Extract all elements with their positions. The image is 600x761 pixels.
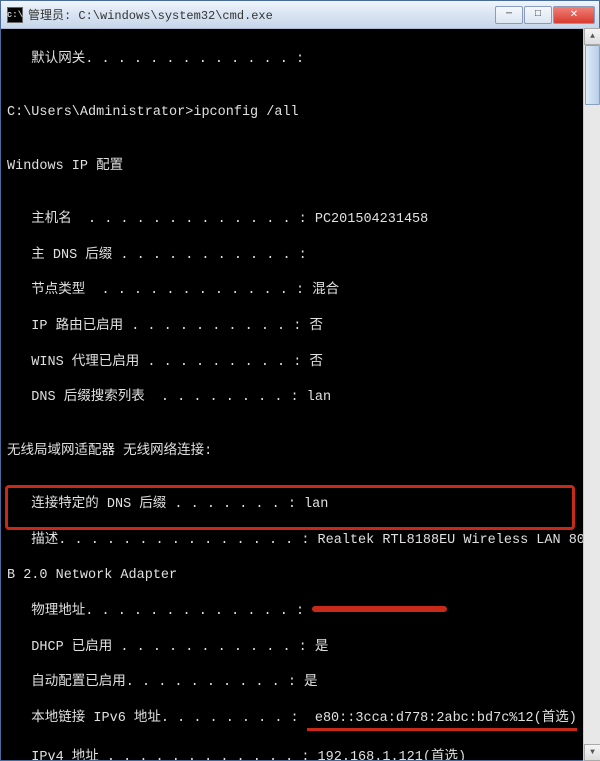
window: c:\ 管理员: C:\windows\system32\cmd.exe ─ □… [0, 0, 600, 761]
terminal-output[interactable]: 默认网关. . . . . . . . . . . . . : C:\Users… [1, 29, 599, 760]
output-line: 物理地址. . . . . . . . . . . . . : [7, 603, 589, 621]
output-line: WINS 代理已启用 . . . . . . . . . : 否 [7, 354, 589, 372]
close-icon: ✕ [570, 9, 578, 21]
window-title: 管理员: C:\windows\system32\cmd.exe [28, 6, 495, 23]
output-line: 主机名 . . . . . . . . . . . . . : PC201504… [7, 211, 589, 229]
section-header: 无线局域网适配器 无线网络连接: [7, 443, 589, 461]
scroll-thumb[interactable] [585, 45, 600, 105]
redaction-underline: fe80::3cca:d778:2abc:bd7c%12(首选) [307, 710, 577, 731]
scroll-up-button[interactable]: ▲ [584, 28, 600, 45]
output-line: 节点类型 . . . . . . . . . . . . : 混合 [7, 282, 589, 300]
redaction-mark [312, 606, 447, 612]
prompt-line: C:\Users\Administrator>ipconfig /all [7, 104, 589, 122]
output-line: 连接特定的 DNS 后缀 . . . . . . . : lan [7, 496, 589, 514]
output-line: 自动配置已启用. . . . . . . . . . : 是 [7, 674, 589, 692]
cmd-icon: c:\ [7, 7, 23, 23]
titlebar[interactable]: c:\ 管理员: C:\windows\system32\cmd.exe ─ □… [1, 1, 599, 29]
output-line: 主 DNS 后缀 . . . . . . . . . . . : [7, 247, 589, 265]
scroll-down-button[interactable]: ▼ [584, 744, 600, 761]
output-line: IP 路由已启用 . . . . . . . . . . : 否 [7, 318, 589, 336]
maximize-button[interactable]: □ [524, 6, 552, 24]
section-header: Windows IP 配置 [7, 158, 589, 176]
window-buttons: ─ □ ✕ [495, 6, 595, 24]
minimize-button[interactable]: ─ [495, 6, 523, 24]
output-line: DNS 后缀搜索列表 . . . . . . . . : lan [7, 389, 589, 407]
output-line: 本地链接 IPv6 地址. . . . . . . . : fe80::3cca… [7, 710, 589, 731]
maximize-icon: □ [535, 9, 541, 20]
output-line: 描述. . . . . . . . . . . . . . . : Realte… [7, 532, 589, 550]
chevron-down-icon: ▼ [590, 748, 595, 757]
close-button[interactable]: ✕ [553, 6, 595, 24]
chevron-up-icon: ▲ [590, 32, 595, 41]
output-line: IPv4 地址 . . . . . . . . . . . . : 192.16… [7, 749, 589, 761]
command-text: ipconfig /all [193, 105, 298, 120]
minimize-icon: ─ [506, 9, 512, 20]
output-line: B 2.0 Network Adapter [7, 567, 589, 585]
output-line: 默认网关. . . . . . . . . . . . . : [7, 51, 589, 69]
output-line: DHCP 已启用 . . . . . . . . . . . : 是 [7, 639, 589, 657]
scrollbar[interactable]: ▲ ▼ [583, 28, 600, 761]
